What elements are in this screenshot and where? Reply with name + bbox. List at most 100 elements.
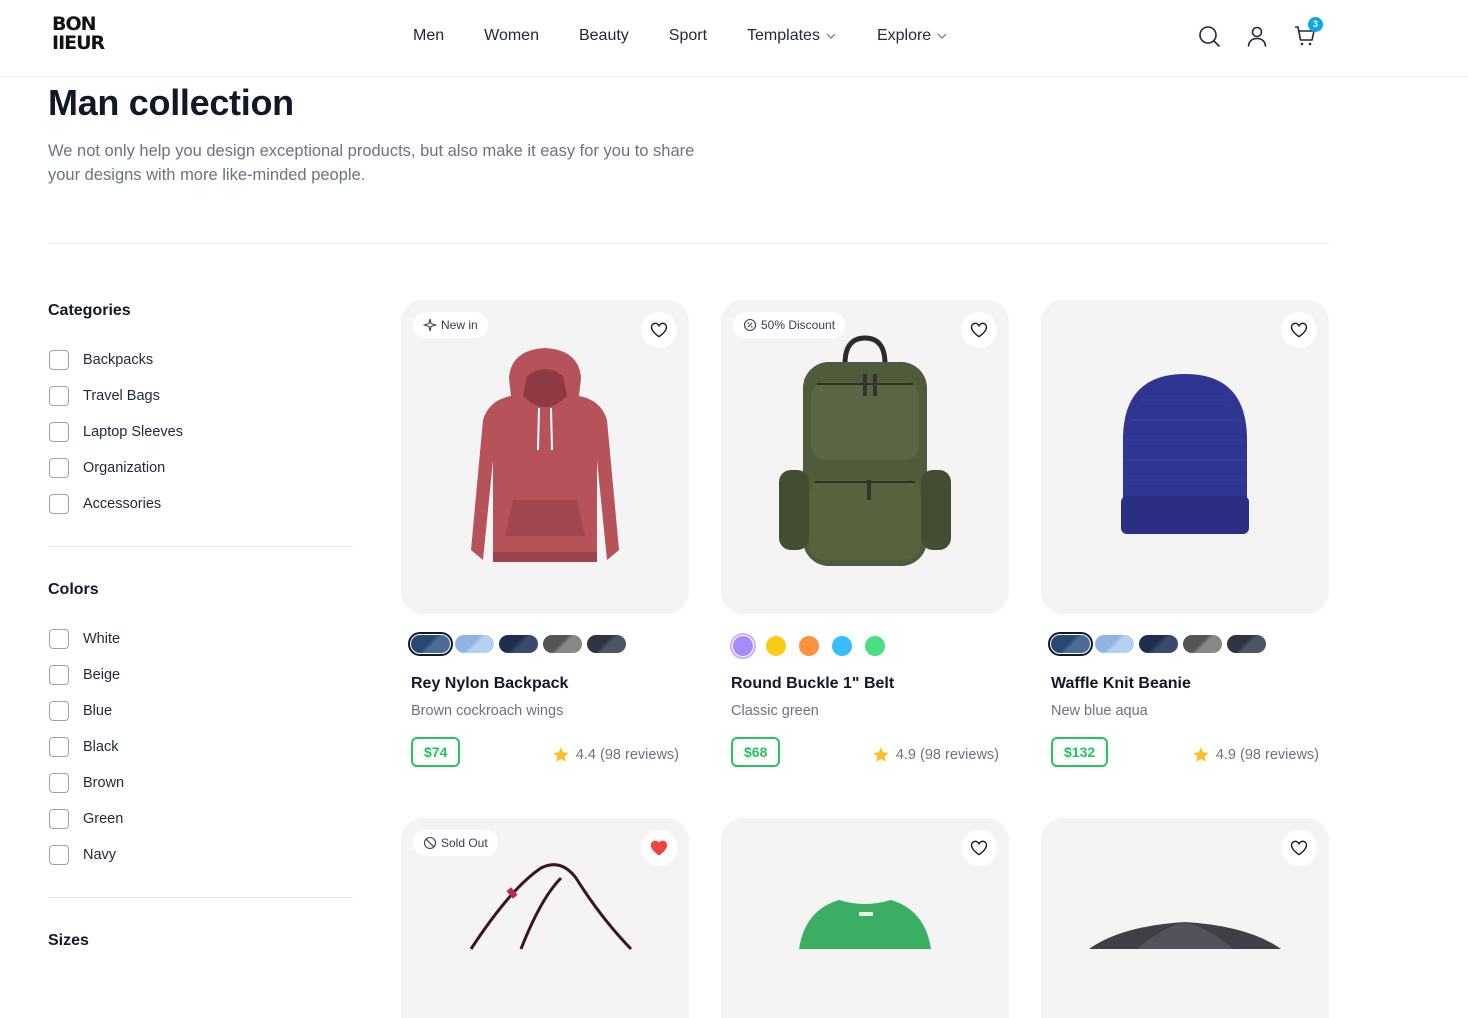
swatch-option[interactable] xyxy=(730,633,756,659)
product-image[interactable]: Sold Out xyxy=(401,818,689,1018)
checkbox[interactable] xyxy=(49,422,69,442)
filter-label: Backpacks xyxy=(83,352,154,368)
chevron-down-icon xyxy=(826,33,836,39)
product-image[interactable]: New in xyxy=(401,300,689,614)
product-variant: Brown cockroach wings xyxy=(411,703,564,719)
product-image[interactable] xyxy=(1041,818,1329,1018)
checkbox[interactable] xyxy=(49,350,69,370)
site-header: BON IIEUR Men Women Beauty Sport Templat… xyxy=(0,0,1468,77)
color-checkbox-navy[interactable]: Navy xyxy=(49,837,124,873)
product-card[interactable]: Sold Out xyxy=(401,818,689,1018)
colors-heading: Colors xyxy=(48,581,99,598)
user-icon[interactable] xyxy=(1245,24,1269,48)
rating-text: 4.9 (98 reviews) xyxy=(895,747,999,763)
product-name[interactable]: Round Buckle 1" Belt xyxy=(731,675,894,693)
brand-logo[interactable]: BON IIEUR xyxy=(52,15,105,57)
nav-item-templates[interactable]: Templates xyxy=(747,24,837,48)
category-checkbox-accessories[interactable]: Accessories xyxy=(49,486,183,522)
product-card[interactable]: New in Rey Nylon Backpack Brown cockroac… xyxy=(401,300,689,767)
favorite-button[interactable] xyxy=(641,830,677,866)
nav-item-beauty[interactable]: Beauty xyxy=(579,24,629,48)
swatch-option[interactable] xyxy=(766,636,786,656)
categories-heading: Categories xyxy=(48,302,131,319)
product-card[interactable]: 50% Discount Round Buckle 1" Belt Classi… xyxy=(721,300,1009,767)
category-checkbox-backpacks[interactable]: Backpacks xyxy=(49,342,183,378)
checkbox[interactable] xyxy=(49,665,69,685)
favorite-button[interactable] xyxy=(961,830,997,866)
nav-label: Beauty xyxy=(578,27,629,44)
filter-label: Beige xyxy=(83,667,121,683)
product-rating: 4.9 (98 reviews) xyxy=(872,746,999,764)
color-checkbox-blue[interactable]: Blue xyxy=(49,693,124,729)
swatch-option[interactable] xyxy=(1139,635,1178,653)
checkbox[interactable] xyxy=(49,494,69,514)
checkbox[interactable] xyxy=(49,845,69,865)
heart-icon xyxy=(650,322,668,338)
nav-label: Men xyxy=(413,27,445,44)
color-checkbox-white[interactable]: White xyxy=(49,621,124,657)
product-image[interactable] xyxy=(1041,300,1329,614)
swatch-option[interactable] xyxy=(499,635,538,653)
product-card[interactable] xyxy=(1041,818,1329,1018)
product-image[interactable]: 50% Discount xyxy=(721,300,1009,614)
nav-item-men[interactable]: Men xyxy=(413,24,444,48)
swatch-option[interactable] xyxy=(832,636,852,656)
favorite-button[interactable] xyxy=(1281,830,1317,866)
star-icon xyxy=(553,747,569,762)
filter-label: Blue xyxy=(83,703,113,719)
category-checkbox-travel-bags[interactable]: Travel Bags xyxy=(49,378,183,414)
product-variant: Classic green xyxy=(731,703,819,719)
no-entry-icon xyxy=(423,836,437,850)
nav-item-sport[interactable]: Sport xyxy=(669,24,707,48)
color-checkbox-black[interactable]: Black xyxy=(49,729,124,765)
filter-label: Black xyxy=(83,739,119,755)
swatch-option[interactable] xyxy=(1095,635,1134,653)
checkbox[interactable] xyxy=(49,458,69,478)
product-image[interactable] xyxy=(721,818,1009,1018)
sizes-heading: Sizes xyxy=(48,932,89,949)
nav-label: Women xyxy=(484,27,539,44)
favorite-button[interactable] xyxy=(641,312,677,348)
sparkles-icon xyxy=(423,318,437,332)
star-icon xyxy=(1193,747,1209,762)
nav-item-explore[interactable]: Explore xyxy=(877,24,948,48)
swatch-option[interactable] xyxy=(455,635,494,653)
color-checkbox-green[interactable]: Green xyxy=(49,801,124,837)
checkbox[interactable] xyxy=(49,737,69,757)
checkbox[interactable] xyxy=(49,773,69,793)
color-checkbox-brown[interactable]: Brown xyxy=(49,765,124,801)
category-checkbox-organization[interactable]: Organization xyxy=(49,450,183,486)
checkbox[interactable] xyxy=(49,701,69,721)
swatch-option[interactable] xyxy=(865,636,885,656)
filter-label: Navy xyxy=(83,847,117,863)
badge-label: 50% Discount xyxy=(761,318,836,332)
swatch-option[interactable] xyxy=(799,636,819,656)
star-icon xyxy=(873,747,889,762)
favorite-button[interactable] xyxy=(1281,312,1317,348)
color-checkbox-beige[interactable]: Beige xyxy=(49,657,124,693)
product-name[interactable]: Rey Nylon Backpack xyxy=(411,675,568,693)
swatch-option[interactable] xyxy=(1227,635,1266,653)
product-card[interactable]: Waffle Knit Beanie New blue aqua $132 4.… xyxy=(1041,300,1329,767)
filter-label: White xyxy=(83,631,121,647)
swatch-option[interactable] xyxy=(1048,632,1093,656)
product-name[interactable]: Waffle Knit Beanie xyxy=(1051,675,1191,693)
swatch-option[interactable] xyxy=(1183,635,1222,653)
product-rating: 4.9 (98 reviews) xyxy=(1192,746,1319,764)
rating-text: 4.4 (98 reviews) xyxy=(575,747,679,763)
category-checkbox-laptop-sleeves[interactable]: Laptop Sleeves xyxy=(49,414,183,450)
product-card[interactable] xyxy=(721,818,1009,1018)
search-icon[interactable] xyxy=(1197,24,1221,48)
swatch-option[interactable] xyxy=(408,632,453,656)
filter-label: Brown xyxy=(83,775,125,791)
favorite-button[interactable] xyxy=(961,312,997,348)
swatch-option[interactable] xyxy=(543,635,582,653)
page-title: Man collection xyxy=(48,82,294,123)
swatch-option[interactable] xyxy=(587,635,626,653)
checkbox[interactable] xyxy=(49,386,69,406)
divider xyxy=(48,243,1329,244)
checkbox[interactable] xyxy=(49,629,69,649)
checkbox[interactable] xyxy=(49,809,69,829)
hoodie-image xyxy=(471,348,619,562)
nav-item-women[interactable]: Women xyxy=(484,24,539,48)
